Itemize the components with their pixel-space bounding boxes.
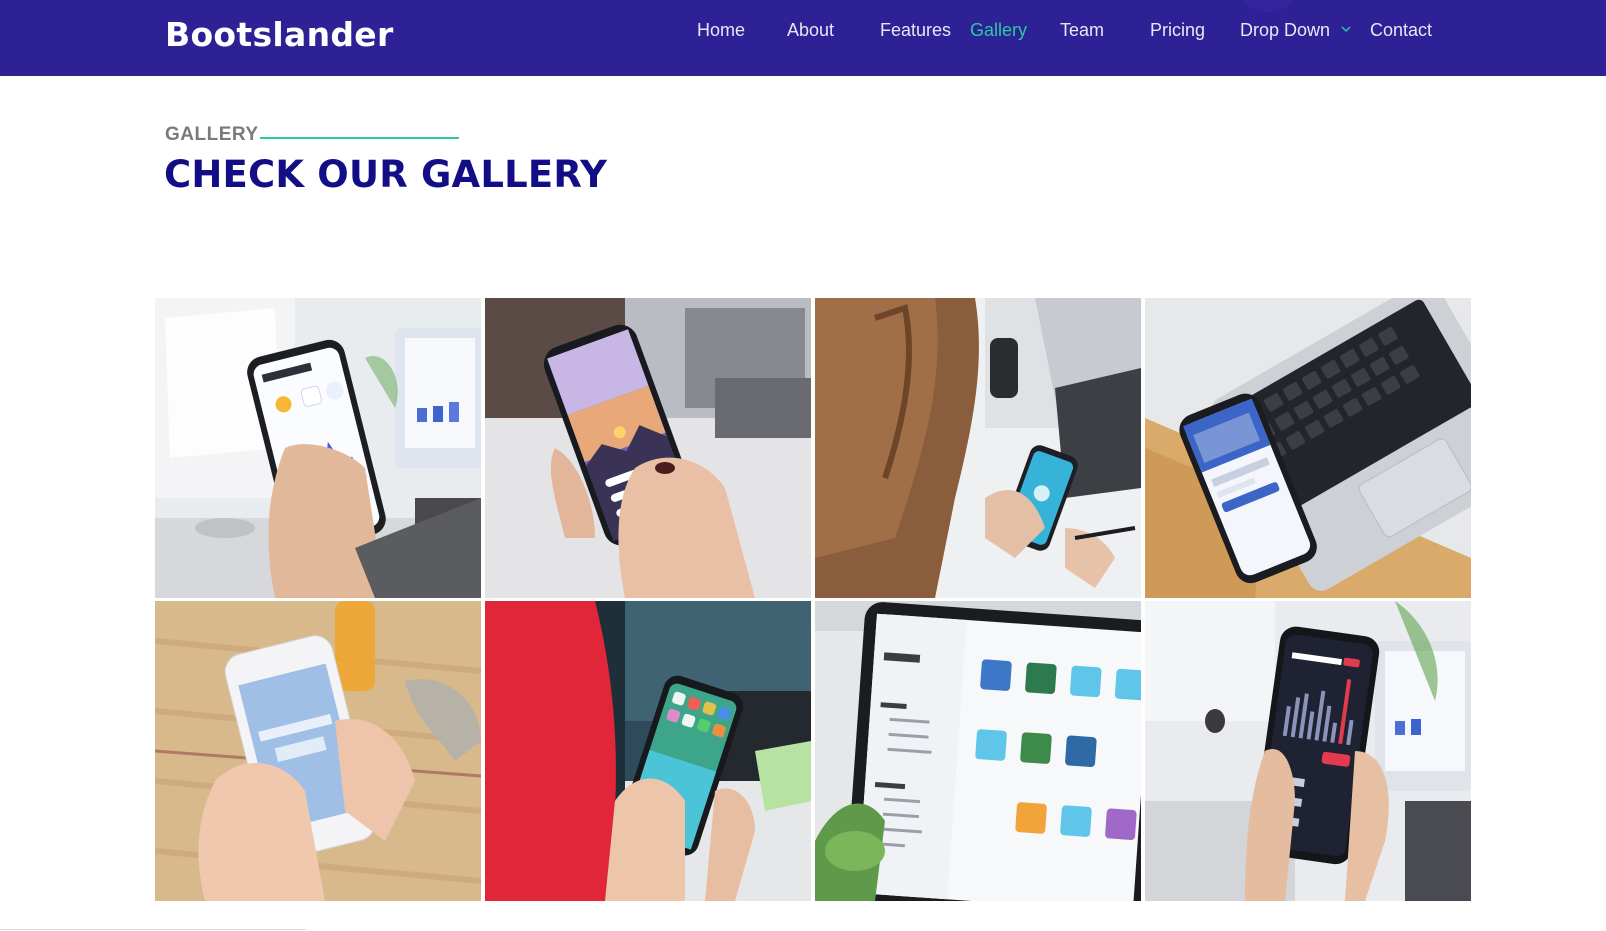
gallery-item-5[interactable] bbox=[155, 601, 481, 901]
gallery-item-4[interactable] bbox=[1145, 298, 1471, 598]
nav-gallery[interactable]: Gallery bbox=[970, 18, 1027, 42]
section-heading: CHECK OUR GALLERY bbox=[164, 153, 608, 196]
nav-home[interactable]: Home bbox=[697, 18, 745, 42]
gallery-item-6[interactable] bbox=[485, 601, 811, 901]
nav-contact[interactable]: Contact bbox=[1370, 18, 1432, 42]
section-label-underline bbox=[260, 137, 459, 139]
section-label: GALLERY bbox=[165, 124, 259, 145]
gallery-image-woman-phone-desk bbox=[815, 298, 1141, 598]
main-nav: Home About Features Gallery Team Pricing… bbox=[0, 0, 1606, 60]
chevron-down-icon bbox=[1341, 26, 1351, 32]
nav-pricing[interactable]: Pricing bbox=[1150, 18, 1205, 42]
gallery-image-phone-sunset bbox=[485, 298, 811, 598]
gallery-image-phone-weather bbox=[155, 298, 481, 598]
footer-divider bbox=[0, 929, 306, 930]
gallery-image-tablet-finder bbox=[815, 601, 1141, 901]
gallery-image-phone-laptop bbox=[1145, 298, 1471, 598]
nav-about[interactable]: About bbox=[787, 18, 834, 42]
gallery-item-1[interactable] bbox=[155, 298, 481, 598]
gallery-item-2[interactable] bbox=[485, 298, 811, 598]
nav-team[interactable]: Team bbox=[1060, 18, 1104, 42]
gallery-item-7[interactable] bbox=[815, 601, 1141, 901]
nav-dropdown-label: Drop Down bbox=[1240, 20, 1331, 40]
gallery-item-3[interactable] bbox=[815, 298, 1141, 598]
gallery-grid bbox=[155, 298, 1472, 901]
site-header: Bootslander Home About Features Gallery … bbox=[0, 0, 1606, 76]
gallery-item-8[interactable] bbox=[1145, 601, 1471, 901]
gallery-image-white-phone-table bbox=[155, 601, 481, 901]
nav-features[interactable]: Features bbox=[880, 18, 951, 42]
nav-dropdown[interactable]: Drop Down bbox=[1240, 18, 1351, 42]
gallery-image-phone-earthquake bbox=[1145, 601, 1471, 901]
gallery-image-phone-homescreen bbox=[485, 601, 811, 901]
